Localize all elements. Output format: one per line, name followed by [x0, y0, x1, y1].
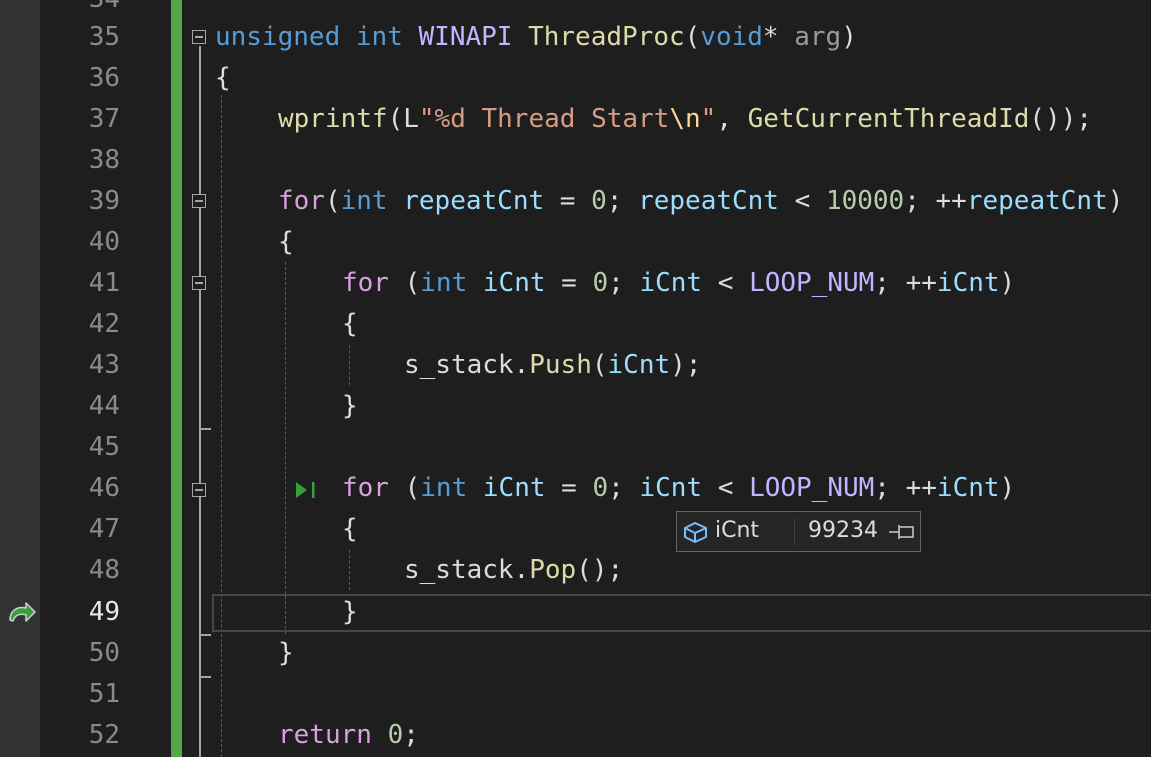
- line-number: 43: [88, 350, 120, 380]
- line-number: 48: [88, 555, 120, 585]
- line-number: 46: [88, 473, 120, 503]
- execution-pointer-icon[interactable]: [4, 600, 38, 626]
- run-to-here-icon[interactable]: [293, 480, 319, 500]
- line-number: 51: [88, 679, 120, 709]
- change-tracking-bar: [171, 0, 182, 757]
- line-number: 42: [88, 309, 120, 339]
- indent-guide: [349, 345, 350, 385]
- code-line[interactable]: s_stack.Pop();: [404, 550, 623, 591]
- outline-end-tick: [199, 428, 211, 430]
- collapse-icon[interactable]: [192, 276, 206, 290]
- code-line[interactable]: for (int iCnt = 0; iCnt < LOOP_NUM; ++iC…: [342, 468, 1015, 509]
- line-number: 38: [88, 145, 120, 175]
- glyph-margin[interactable]: [0, 0, 40, 757]
- line-number: 52: [88, 720, 120, 750]
- code-line[interactable]: s_stack.Push(iCnt);: [404, 345, 701, 386]
- datatip-separator: [794, 518, 795, 546]
- line-number: 50: [88, 638, 120, 668]
- line-number: 41: [88, 268, 120, 298]
- line-number: 37: [88, 104, 120, 134]
- code-line[interactable]: {: [278, 222, 294, 263]
- pin-icon[interactable]: [887, 521, 917, 543]
- indent-guide: [285, 262, 286, 634]
- line-number: 44: [88, 391, 120, 421]
- outline-line: [199, 46, 201, 757]
- collapse-icon[interactable]: [192, 30, 206, 44]
- code-line[interactable]: unsigned int WINAPI ThreadProc(void* arg…: [215, 17, 857, 58]
- code-line[interactable]: }: [278, 633, 294, 674]
- line-number: 36: [88, 63, 120, 93]
- line-number: 39: [88, 186, 120, 216]
- code-line[interactable]: {: [215, 58, 231, 99]
- code-line[interactable]: wprintf(L"%d Thread Start\n", GetCurrent…: [278, 99, 1092, 140]
- token: unsigned: [215, 22, 341, 52]
- datatip-variable-name: iCnt: [715, 518, 760, 543]
- code-line[interactable]: }: [342, 386, 358, 427]
- code-line[interactable]: for (int iCnt = 0; iCnt < LOOP_NUM; ++iC…: [342, 263, 1015, 304]
- line-number: 45: [88, 432, 120, 462]
- outline-end-tick: [199, 676, 211, 678]
- code-line[interactable]: }: [342, 592, 358, 633]
- line-number: 40: [88, 227, 120, 257]
- collapse-icon[interactable]: [192, 483, 206, 497]
- outline-end-tick: [199, 634, 211, 636]
- code-line[interactable]: {: [342, 509, 358, 550]
- collapse-icon[interactable]: [192, 194, 206, 208]
- indent-guide: [349, 550, 350, 590]
- code-line[interactable]: {: [342, 304, 358, 345]
- datatip-variable-value[interactable]: 99234: [808, 518, 878, 543]
- indent-guide: [221, 95, 222, 757]
- datatip[interactable]: iCnt 99234: [676, 511, 921, 552]
- current-line-number: 49: [88, 597, 120, 627]
- code-line[interactable]: return 0;: [278, 715, 419, 756]
- code-line[interactable]: for(int repeatCnt = 0; repeatCnt < 10000…: [278, 181, 1123, 222]
- variable-cube-icon: [684, 522, 707, 543]
- code-editor[interactable]: 34 35 36 37 38 39 40 41 42 43 44 45 46 4…: [0, 0, 1151, 757]
- line-number: 47: [88, 514, 120, 544]
- line-number: 35: [88, 22, 120, 52]
